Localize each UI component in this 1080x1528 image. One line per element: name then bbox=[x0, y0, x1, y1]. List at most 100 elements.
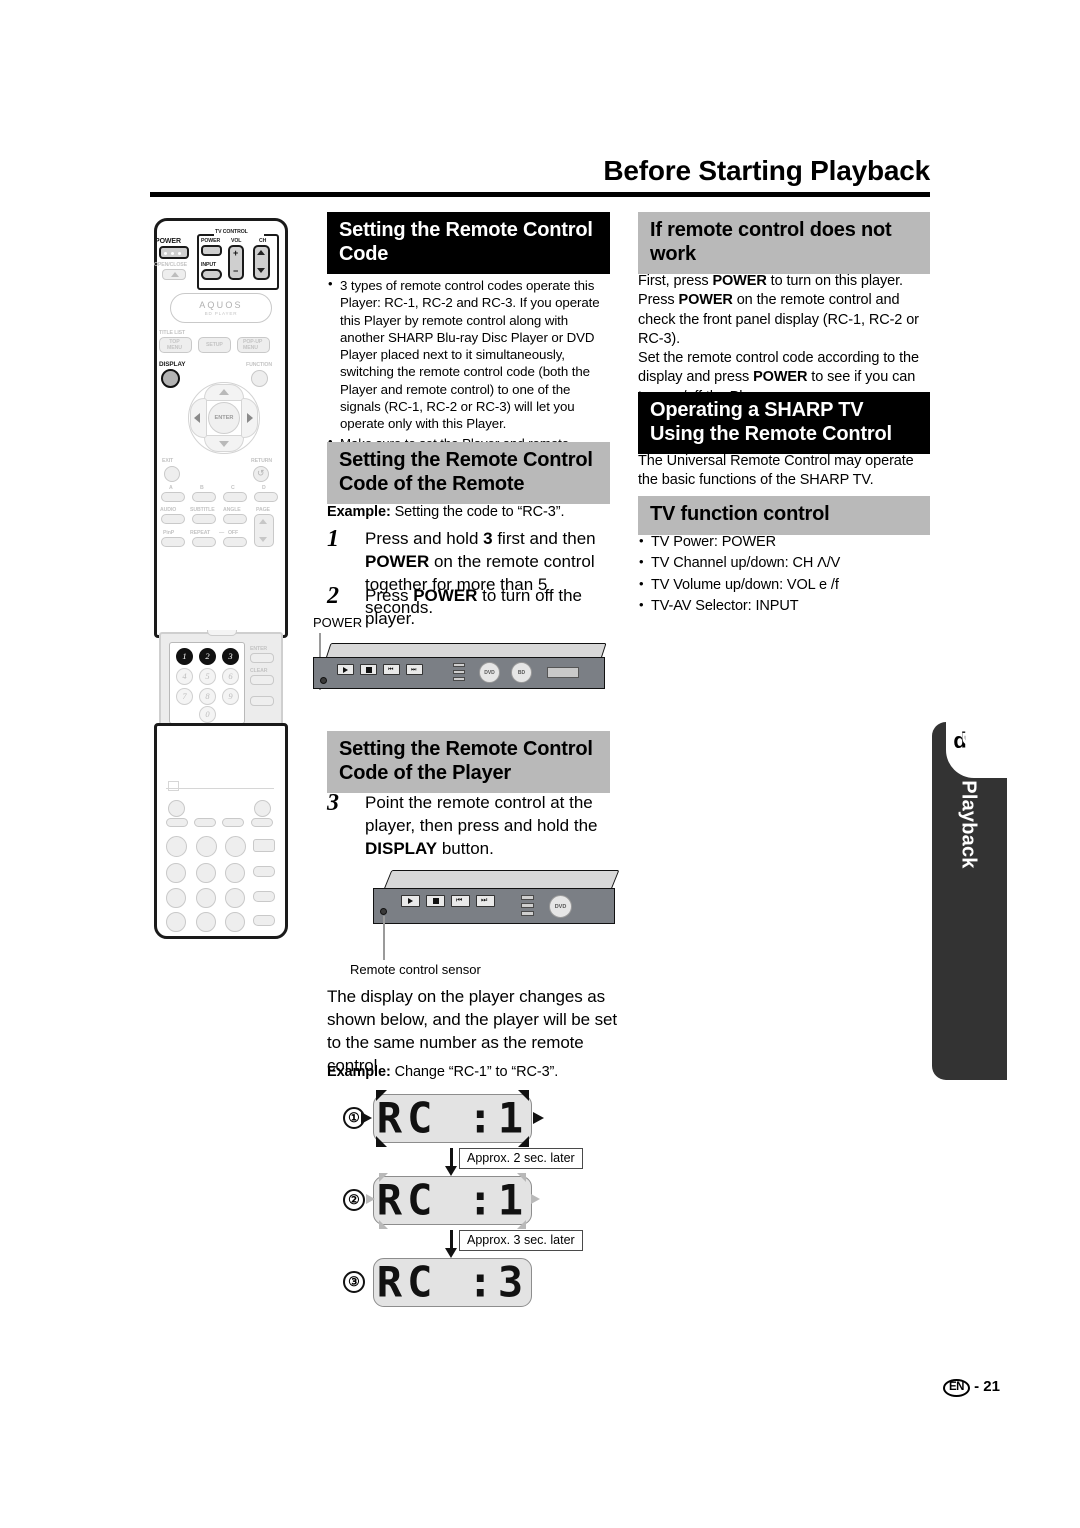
ghost-row3-4[interactable] bbox=[253, 866, 275, 877]
tv-power-button[interactable] bbox=[201, 245, 222, 256]
exit-button[interactable] bbox=[164, 466, 180, 482]
ghost-button-a[interactable] bbox=[168, 800, 185, 817]
key-6[interactable]: 6 bbox=[222, 668, 239, 685]
ghost-row2-4[interactable] bbox=[253, 839, 275, 852]
color-b-button[interactable] bbox=[192, 492, 216, 502]
top-menu-label: TOP MENU bbox=[167, 339, 182, 351]
open-close-label: OPEN/CLOSE bbox=[154, 262, 188, 268]
flash-mark-tr-2 bbox=[517, 1173, 526, 1182]
transition-arrow-2 bbox=[445, 1230, 456, 1258]
pinp-button[interactable] bbox=[161, 537, 185, 547]
page-title: Before Starting Playback bbox=[603, 155, 930, 186]
display-panel-2: RC :1 bbox=[373, 1175, 532, 1225]
step-3-text: Point the remote control at the player, … bbox=[365, 793, 598, 859]
page-down-icon bbox=[259, 537, 267, 542]
ghost-row4-4[interactable] bbox=[253, 891, 275, 902]
subtitle-button[interactable] bbox=[192, 514, 216, 524]
ghost-row2-3[interactable] bbox=[225, 836, 246, 857]
audio-label: AUDIO bbox=[160, 507, 177, 513]
enter-button[interactable]: ENTER bbox=[208, 402, 240, 434]
repeat-button[interactable] bbox=[192, 537, 216, 547]
ghost-button-b[interactable] bbox=[254, 800, 271, 817]
ghost-row5-3[interactable] bbox=[225, 912, 245, 932]
bluray-logo-1: BD bbox=[511, 662, 532, 683]
audio-button[interactable] bbox=[161, 514, 185, 524]
indicator-led-2a bbox=[521, 895, 534, 900]
key-0[interactable]: 0 bbox=[199, 706, 216, 723]
flash-mark-l-2 bbox=[366, 1194, 375, 1204]
key-4[interactable]: 4 bbox=[176, 668, 193, 685]
ghost-row5-2[interactable] bbox=[196, 912, 216, 932]
keypad-enter-button[interactable] bbox=[250, 653, 274, 663]
indicator-led-1b bbox=[453, 670, 465, 674]
tv-power-label: POWER bbox=[201, 238, 221, 244]
off-button[interactable] bbox=[223, 537, 247, 547]
sensor-callout-leader bbox=[383, 916, 385, 960]
heading-if-remote-does-not-work: If remote control does not work bbox=[638, 212, 930, 275]
color-d-label: D bbox=[262, 485, 266, 491]
ghost-row4-2[interactable] bbox=[196, 888, 216, 908]
key-1[interactable]: 1 bbox=[176, 648, 193, 665]
dvd-logo-1: DVD bbox=[479, 662, 500, 683]
key-7[interactable]: 7 bbox=[176, 688, 193, 705]
ghost-row1-1[interactable] bbox=[166, 818, 188, 827]
popup-menu-label: POP-UP MENU bbox=[243, 339, 263, 351]
key-9[interactable]: 9 bbox=[222, 688, 239, 705]
ghost-row4-3[interactable] bbox=[225, 888, 245, 908]
slider-thumb[interactable] bbox=[207, 630, 237, 636]
color-c-button[interactable] bbox=[223, 492, 247, 502]
flash-mark-br-1 bbox=[518, 1136, 529, 1147]
ghost-row3-3[interactable] bbox=[225, 863, 245, 883]
heading-setting-code-of-remote: Setting the Remote Control Code of the R… bbox=[327, 442, 610, 505]
indicator-led-1c bbox=[453, 677, 465, 681]
display-window-1 bbox=[547, 667, 579, 678]
clear-button[interactable] bbox=[250, 675, 274, 685]
step-2-number: 2 bbox=[327, 583, 339, 609]
example-label-2: Example: bbox=[327, 1064, 391, 1080]
keypad-extra-button[interactable] bbox=[250, 696, 274, 706]
bullet-tv-volume: TV Volume up/down: VOL e /f bbox=[638, 575, 930, 595]
color-a-label: A bbox=[169, 485, 173, 491]
player-front-illustration-2: ⏮ ⏭ DVD Remote control sensor bbox=[350, 862, 620, 982]
ghost-row3-2[interactable] bbox=[196, 863, 216, 883]
indicator-led-1a bbox=[453, 663, 465, 667]
volume-down-icon: − bbox=[233, 266, 239, 276]
manual-page: Before Starting Playback TV CONTROL POWE… bbox=[0, 0, 1080, 1528]
ghost-row1-3[interactable] bbox=[222, 818, 244, 827]
display-panel-2-text: RC :1 bbox=[376, 1175, 529, 1225]
color-d-button[interactable] bbox=[254, 492, 278, 502]
pinp-label: PinP bbox=[163, 530, 175, 536]
return-icon: ↺ bbox=[257, 468, 265, 478]
function-button[interactable] bbox=[251, 370, 268, 387]
stop-icon-2 bbox=[432, 898, 439, 904]
key-5[interactable]: 5 bbox=[199, 668, 216, 685]
aquos-badge: AQUOS BD PLAYER bbox=[170, 293, 272, 323]
ghost-row5-1[interactable] bbox=[166, 912, 186, 932]
display-button[interactable] bbox=[161, 369, 180, 388]
input-button[interactable] bbox=[201, 269, 222, 280]
ghost-row4-1[interactable] bbox=[166, 888, 186, 908]
vol-label: VOL bbox=[231, 238, 242, 244]
ghost-row5-4[interactable] bbox=[253, 915, 275, 926]
key-3[interactable]: 3 bbox=[222, 648, 239, 665]
indicator-led-2c bbox=[521, 911, 534, 916]
ghost-row2-2[interactable] bbox=[196, 836, 217, 857]
aquos-subtitle: BD PLAYER bbox=[204, 311, 238, 316]
right-section2-paragraph: The Universal Remote Control may operate… bbox=[638, 453, 914, 489]
color-a-button[interactable] bbox=[161, 492, 185, 502]
tv-function-bullets: TV Power: POWER TV Channel up/down: CH Λ… bbox=[638, 532, 930, 618]
ghost-row3-1[interactable] bbox=[166, 863, 186, 883]
angle-button[interactable] bbox=[223, 514, 247, 524]
power-button-dots bbox=[164, 251, 184, 255]
ghost-row2-1[interactable] bbox=[166, 836, 187, 857]
right-section1-paragraph: First, press POWER to turn on this playe… bbox=[638, 273, 919, 405]
transition-label-1: Approx. 2 sec. later bbox=[459, 1148, 583, 1169]
key-8[interactable]: 8 bbox=[199, 688, 216, 705]
ghost-row1-2[interactable] bbox=[194, 818, 216, 827]
ghost-row1-4[interactable] bbox=[251, 818, 273, 827]
key-2[interactable]: 2 bbox=[199, 648, 216, 665]
subtitle-label: SUBTITLE bbox=[190, 507, 215, 513]
power-label: POWER bbox=[155, 238, 181, 245]
flash-mark-l-1 bbox=[361, 1112, 372, 1124]
heading-setting-remote-control-code: Setting the Remote Control Code bbox=[327, 212, 610, 275]
